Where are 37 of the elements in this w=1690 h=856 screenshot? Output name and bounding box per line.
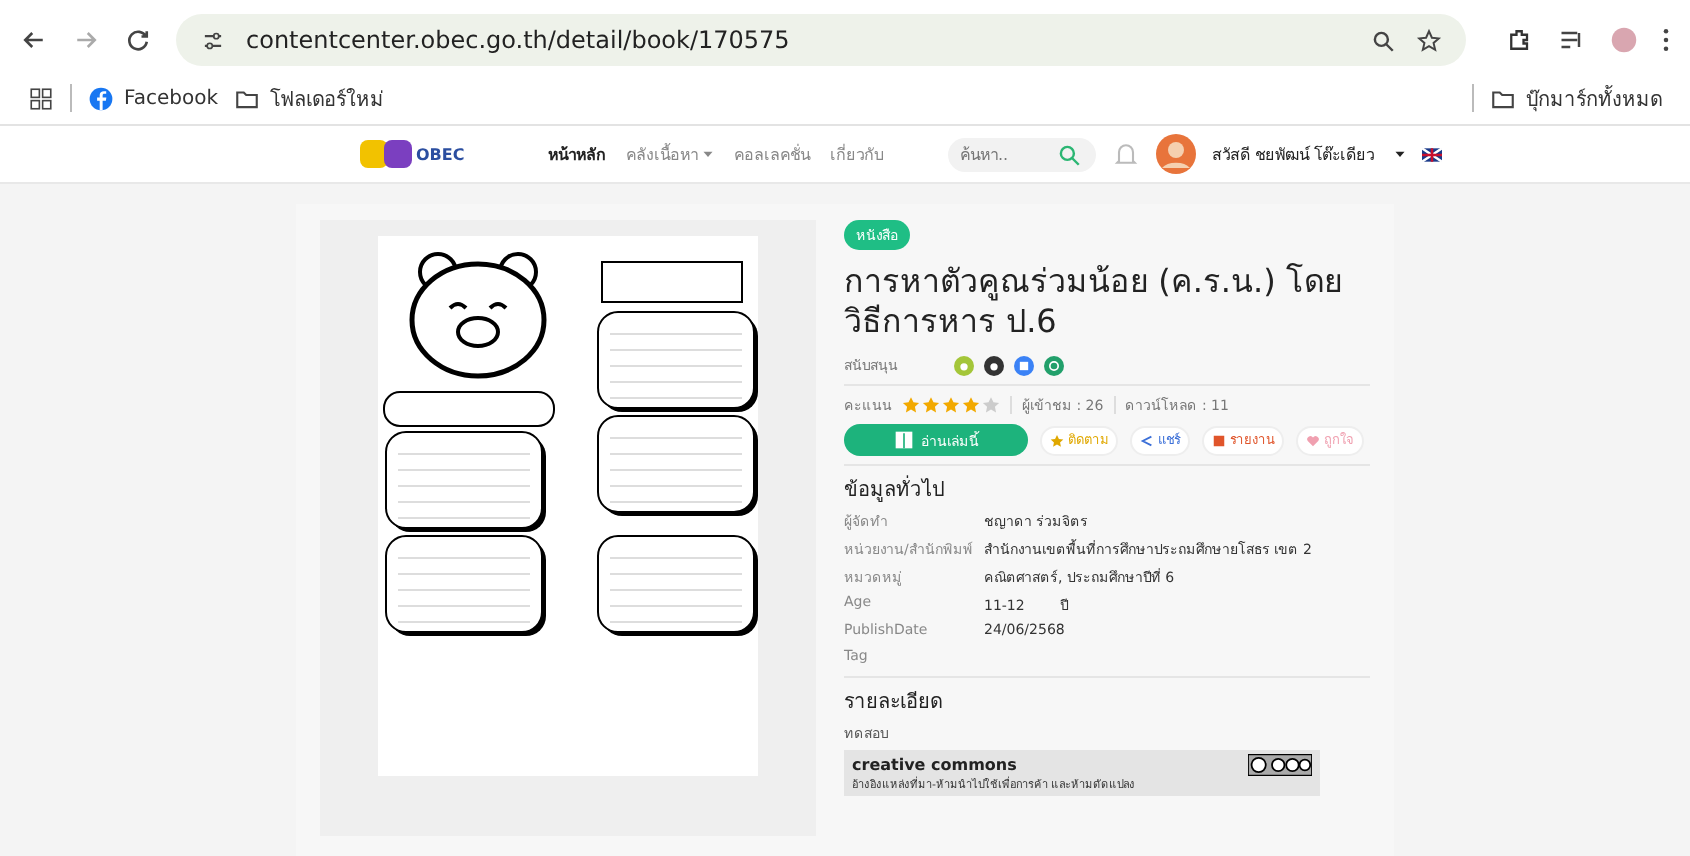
- section-heading: รายละเอียด: [844, 689, 944, 716]
- book-icon: [893, 430, 913, 450]
- nav-link[interactable]: เกี่ยวกับ: [830, 141, 884, 167]
- url-text: contentcenter.obec.go.th/detail/book/170575: [246, 26, 790, 54]
- menu-icon[interactable]: [1662, 26, 1670, 54]
- back-icon[interactable]: [20, 26, 48, 54]
- bookmark-star-icon[interactable]: [1416, 27, 1442, 53]
- share-icon: [1140, 433, 1154, 447]
- circle-f-icon: [88, 85, 114, 111]
- bookmark-link[interactable]: โฟลเดอร์ใหม่: [234, 83, 384, 113]
- cc-logo: creative commons: [852, 756, 1017, 774]
- search-field[interactable]: ค้นหา..: [960, 145, 1056, 163]
- nav-link[interactable]: คอลเลคชั่น: [734, 141, 810, 167]
- star-icon: [1050, 433, 1064, 447]
- bookmark-link[interactable]: Facebook: [88, 85, 218, 111]
- site-settings-icon[interactable]: [200, 27, 226, 53]
- zoom-icon[interactable]: [1370, 27, 1396, 53]
- apps-grid-icon[interactable]: [28, 85, 54, 111]
- media-icon[interactable]: [1558, 26, 1586, 54]
- folder-icon: [234, 85, 260, 111]
- folder-icon: [1490, 85, 1516, 111]
- reload-icon[interactable]: [124, 26, 152, 54]
- heart-icon: [1306, 433, 1320, 447]
- search-box[interactable]: ค้นหา..: [948, 137, 1096, 171]
- worksheet-page-drawing[interactable]: [378, 236, 758, 776]
- nav-link[interactable]: หน้าหลัก: [548, 141, 606, 167]
- site-logo[interactable]: OBEC: [360, 140, 532, 168]
- extensions-icon[interactable]: [1506, 26, 1534, 54]
- avatar-icon[interactable]: [1156, 134, 1196, 174]
- address-bar[interactable]: contentcenter.obec.go.th/detail/book/170575: [176, 14, 1466, 66]
- caret-icon[interactable]: [1394, 148, 1407, 160]
- user-menu[interactable]: สวัสดี ชยพัฒน์ โต๊ะเดียว: [1212, 141, 1375, 167]
- license-badge-icon: [1248, 754, 1312, 776]
- nav-link[interactable]: คลังเนื้อหา: [626, 141, 714, 167]
- book-title: การหาตัวคูณร่วมน้อย (ค.ร.น.) โดยวิธีการหาร ป.6: [844, 262, 1344, 342]
- section-heading: ข้อมูลทั่วไป: [844, 474, 1370, 504]
- all-bookmarks-link[interactable]: บุ๊กมาร์กทั้งหมด: [1490, 83, 1662, 113]
